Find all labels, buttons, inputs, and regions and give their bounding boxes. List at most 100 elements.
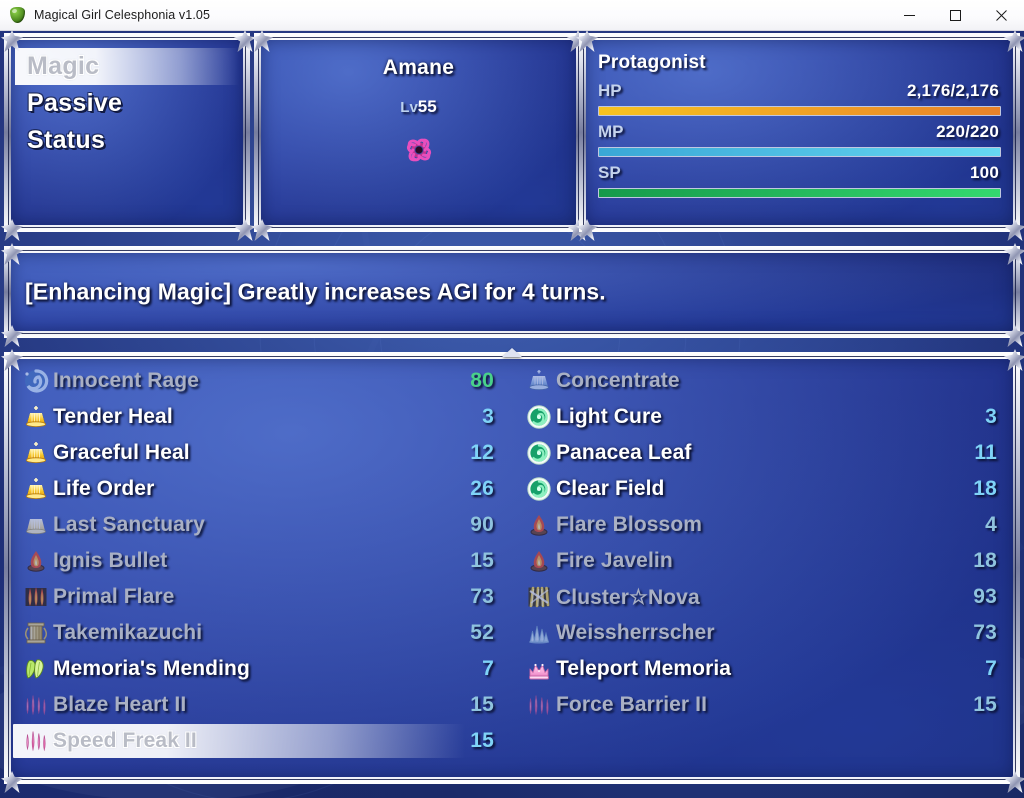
maximize-button[interactable] (932, 0, 978, 31)
scroll-up-arrow-icon[interactable] (502, 348, 522, 357)
skill-row[interactable]: Last Sanctuary 90 (9, 507, 512, 543)
holy-light-icon (23, 404, 49, 430)
menu-item-status[interactable]: Status (15, 122, 239, 159)
holy-light-icon (23, 476, 49, 502)
skill-cost: 7 (482, 657, 494, 680)
skill-name: Weissherrscher (556, 621, 715, 644)
skill-list-panel[interactable]: Innocent Rage 80 Tender Heal 3 Graceful He… (8, 348, 1016, 780)
window-title: Magical Girl Celesphonia v1.05 (34, 8, 211, 22)
skill-cost: 3 (985, 405, 997, 428)
ice-crystal-icon (529, 625, 550, 644)
level-prefix: Lv (400, 99, 418, 116)
skill-cost: 18 (973, 549, 997, 572)
skill-row[interactable]: Blaze Heart II 15 (9, 687, 512, 723)
blue-swirl-icon (25, 369, 49, 393)
flame-icon (27, 551, 45, 572)
skill-name: Innocent Rage (53, 369, 199, 392)
skill-row[interactable]: Tender Heal 3 (9, 399, 512, 435)
skill-cost: 26 (470, 477, 494, 500)
green-orb-icon (526, 440, 552, 466)
skill-name: Light Cure (556, 405, 662, 428)
skill-name: Primal Flare (53, 585, 175, 608)
window-controls (886, 0, 1024, 31)
skill-cost: 90 (470, 513, 494, 536)
skill-row[interactable]: Force Barrier II 15 (512, 687, 1015, 723)
holy-light-icon (25, 406, 47, 428)
skill-row[interactable]: Concentrate (512, 363, 1015, 399)
skill-cost: 15 (470, 693, 494, 716)
skill-name: Panacea Leaf (556, 441, 692, 464)
holy-light-icon (25, 478, 47, 500)
pink-spikes-icon (26, 695, 46, 716)
close-button[interactable] (978, 0, 1024, 31)
blue-light-icon (526, 368, 552, 394)
skill-row[interactable]: Graceful Heal 12 (9, 435, 512, 471)
menu-item-passive[interactable]: Passive (15, 85, 239, 122)
blue-swirl-icon (23, 368, 49, 394)
sp-gauge-fill (599, 189, 1000, 197)
skill-name: Force Barrier II (556, 693, 707, 716)
game-window: Magical Girl Celesphonia v1.05 Magic Pas… (0, 0, 1024, 798)
skill-name: Teleport Memoria (556, 657, 732, 680)
pale-light-icon (23, 512, 49, 538)
pink-spikes-icon (23, 692, 49, 718)
skill-row[interactable]: Memoria's Mending 7 (9, 651, 512, 687)
menu-item-label: Status (27, 126, 106, 154)
flame-icon (23, 548, 49, 574)
skill-column-left: Innocent Rage 80 Tender Heal 3 Graceful He… (9, 363, 512, 779)
green-orb-icon (527, 441, 551, 465)
character-name: Amane (382, 56, 455, 79)
skill-row[interactable]: Clear Field 18 (512, 471, 1015, 507)
menu-item-label: Passive (27, 89, 123, 117)
skill-row[interactable]: Innocent Rage 80 (9, 363, 512, 399)
skill-cost: 93 (973, 585, 997, 608)
menu-item-magic[interactable]: Magic (15, 48, 239, 85)
skill-row[interactable]: Flare Blossom 4 (512, 507, 1015, 543)
skill-row[interactable]: Teleport Memoria 7 (512, 651, 1015, 687)
skill-row[interactable]: Life Order 26 (9, 471, 512, 507)
mp-value: 220/220 (936, 122, 999, 141)
skill-row[interactable]: Weissherrscher 73 (512, 615, 1015, 651)
skill-name: Speed Freak II (53, 729, 197, 752)
sp-value: 100 (970, 163, 999, 182)
triple-flame-icon (25, 587, 47, 606)
skill-name: Cluster☆Nova (556, 585, 700, 609)
green-orb-icon (526, 476, 552, 502)
skill-row[interactable]: Ignis Bullet 15 (9, 543, 512, 579)
mp-gauge-fill (599, 148, 1000, 156)
hp-gauge-fill (599, 107, 1000, 115)
skill-name: Tender Heal (53, 405, 173, 428)
yellow-beams-icon (526, 584, 552, 610)
skill-row[interactable]: Takemikazuchi 52 (9, 615, 512, 651)
skill-name: Graceful Heal (53, 441, 190, 464)
skill-row[interactable]: Fire Javelin 18 (512, 543, 1015, 579)
skill-row[interactable]: Cluster☆Nova 93 (512, 579, 1015, 615)
hp-gauge-track (598, 106, 1001, 116)
skill-row[interactable]: Panacea Leaf 11 (512, 435, 1015, 471)
pink-spikes-icon (23, 728, 49, 754)
skill-name: Ignis Bullet (53, 549, 168, 572)
gauge-row-hp: HP 2,176/2,176 (598, 81, 1001, 122)
blue-light-icon (529, 370, 549, 391)
sp-label: SP (598, 163, 621, 182)
pale-light-icon (26, 519, 46, 535)
skill-row[interactable]: Primal Flare 73 (9, 579, 512, 615)
flame-icon (526, 512, 552, 538)
gold-pillar-icon (24, 622, 48, 644)
party-member-name: Protagonist (598, 52, 706, 73)
green-orb-icon (527, 477, 551, 501)
skill-cost: 52 (470, 621, 494, 644)
flame-icon (530, 551, 548, 572)
skill-cost: 15 (470, 729, 494, 752)
skill-cost: 73 (973, 621, 997, 644)
green-orb-icon (527, 405, 551, 429)
skill-row[interactable]: Light Cure 3 (512, 399, 1015, 435)
minimize-button[interactable] (886, 0, 932, 31)
stats-panel: Protagonist HP 2,176/2,176 MP 220/220 SP… (583, 37, 1016, 228)
magic-sigil-icon (406, 138, 431, 162)
character-panel: Amane Lv55 (258, 37, 579, 228)
skill-row[interactable]: Speed Freak II 15 (9, 723, 512, 759)
hp-label: HP (598, 81, 622, 100)
pink-crown-icon (529, 663, 549, 680)
skill-name: Memoria's Mending (53, 657, 250, 680)
